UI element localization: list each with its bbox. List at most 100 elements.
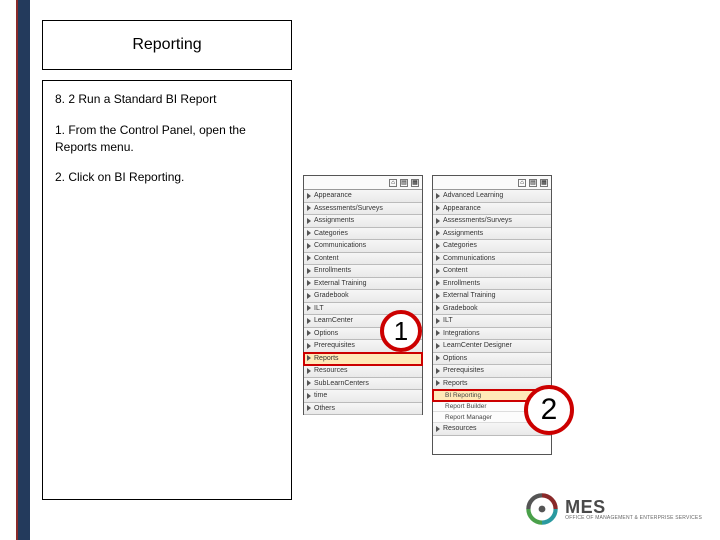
menu-item-label: Gradebook (443, 305, 478, 312)
menu-item[interactable]: Communications (304, 240, 422, 253)
expand-arrow-icon (307, 368, 311, 374)
panel-header: ⌂ ▤ ▦ (304, 176, 422, 190)
menu-item[interactable]: External Training (433, 290, 551, 303)
menu-item[interactable]: Resources (304, 365, 422, 378)
menu-item[interactable]: Assessments/Surveys (433, 215, 551, 228)
menu-item-label: Enrollments (443, 280, 480, 287)
menu-item[interactable]: Assignments (304, 215, 422, 228)
expand-arrow-icon (307, 268, 311, 274)
menu-item-label: Assessments/Surveys (443, 217, 512, 224)
menu-item[interactable]: LearnCenter Designer (433, 340, 551, 353)
menu-item-label: ILT (314, 305, 324, 312)
menu-item-label: Advanced Learning (443, 192, 503, 199)
menu-item[interactable]: Gradebook (304, 290, 422, 303)
menu-item-label: Communications (443, 255, 495, 262)
menu-item[interactable]: External Training (304, 278, 422, 291)
expand-arrow-icon (436, 343, 440, 349)
expand-arrow-icon (436, 218, 440, 224)
expand-arrow-icon (436, 280, 440, 286)
menu-item[interactable]: Appearance (433, 203, 551, 216)
expand-arrow-icon (436, 293, 440, 299)
menu-item[interactable]: Categories (304, 228, 422, 241)
menu-item-label: LearnCenter Designer (443, 342, 512, 349)
gear-icon: ▦ (411, 179, 419, 187)
menu-item[interactable]: Enrollments (433, 278, 551, 291)
menu-item-label: Resources (314, 367, 347, 374)
menu-item-label: External Training (314, 280, 367, 287)
side-accent-bar (16, 0, 30, 540)
menu-item-label: Options (443, 355, 467, 362)
menu-item-label: Categories (443, 242, 477, 249)
doc-icon: ▤ (400, 179, 408, 187)
menu-item-label: Content (443, 267, 468, 274)
expand-arrow-icon (436, 305, 440, 311)
callout-badge-2: 2 (524, 385, 574, 435)
doc-icon: ▤ (529, 179, 537, 187)
menu-item-label: ILT (443, 317, 453, 324)
menu-item-label: Reports (443, 380, 468, 387)
menu-item-label: time (314, 392, 327, 399)
home-icon: ⌂ (389, 179, 397, 187)
menu-item[interactable]: Prerequisites (433, 365, 551, 378)
menu-item[interactable]: Appearance (304, 190, 422, 203)
menu-item-label: Assessments/Surveys (314, 205, 383, 212)
expand-arrow-icon (307, 355, 311, 361)
menu-item[interactable]: Assessments/Surveys (304, 203, 422, 216)
menu-item[interactable]: Others (304, 403, 422, 416)
menu-item[interactable]: Enrollments (304, 265, 422, 278)
menu-item[interactable]: Assignments (433, 228, 551, 241)
menu-item[interactable]: Gradebook (433, 303, 551, 316)
menu-item[interactable]: Content (304, 253, 422, 266)
menu-item-label: Prerequisites (314, 342, 355, 349)
menu-item[interactable]: Reports (304, 353, 422, 366)
expand-arrow-icon (436, 268, 440, 274)
expand-arrow-icon (307, 393, 311, 399)
expand-arrow-icon (436, 330, 440, 336)
menu-item-label: Appearance (314, 192, 352, 199)
menu-item[interactable]: Integrations (433, 328, 551, 341)
menu-item-label: Enrollments (314, 267, 351, 274)
menu-item-label: Assignments (314, 217, 354, 224)
expand-arrow-icon (436, 318, 440, 324)
expand-arrow-icon (307, 280, 311, 286)
expand-arrow-icon (307, 193, 311, 199)
menu-item-label: Appearance (443, 205, 481, 212)
expand-arrow-icon (436, 355, 440, 361)
menu-item[interactable]: Reports (433, 378, 551, 391)
menu-item[interactable]: SubLearnCenters (304, 378, 422, 391)
expand-arrow-icon (436, 243, 440, 249)
menu-item[interactable]: Options (433, 353, 551, 366)
menu-item[interactable]: Content (433, 265, 551, 278)
menu-item-label: Categories (314, 230, 348, 237)
expand-arrow-icon (307, 230, 311, 236)
menu-item-label: Reports (314, 355, 339, 362)
menu-item-label: Integrations (443, 330, 480, 337)
menu-item[interactable]: Categories (433, 240, 551, 253)
step-2: 2. Click on BI Reporting. (55, 169, 279, 186)
callout-badge-1: 1 (380, 310, 422, 352)
badge-2-number: 2 (541, 393, 558, 427)
menu-item[interactable]: ILT (433, 315, 551, 328)
menu-item[interactable]: Communications (433, 253, 551, 266)
menu-item[interactable]: time (304, 390, 422, 403)
menu-item-label: Assignments (443, 230, 483, 237)
step-1: 1. From the Control Panel, open the Repo… (55, 122, 279, 156)
expand-arrow-icon (436, 380, 440, 386)
expand-arrow-icon (307, 255, 311, 261)
page-title: Reporting (132, 36, 201, 54)
expand-arrow-icon (307, 405, 311, 411)
expand-arrow-icon (307, 330, 311, 336)
menu-item-label: Prerequisites (443, 367, 484, 374)
expand-arrow-icon (436, 193, 440, 199)
home-icon: ⌂ (518, 179, 526, 187)
control-panel-screenshot-1: ⌂ ▤ ▦ Appearance Assessments/Surveys Assig… (303, 175, 423, 415)
menu-item-label: Gradebook (314, 292, 349, 299)
menu-item[interactable]: Advanced Learning (433, 190, 551, 203)
expand-arrow-icon (307, 243, 311, 249)
menu-item-label: Content (314, 255, 339, 262)
logo-mark-icon (525, 492, 559, 526)
menu-item-label: Options (314, 330, 338, 337)
panel-header: ⌂ ▤ ▦ (433, 176, 551, 190)
title-box: Reporting (42, 20, 292, 70)
section-subtitle: 8. 2 Run a Standard BI Report (55, 91, 279, 108)
